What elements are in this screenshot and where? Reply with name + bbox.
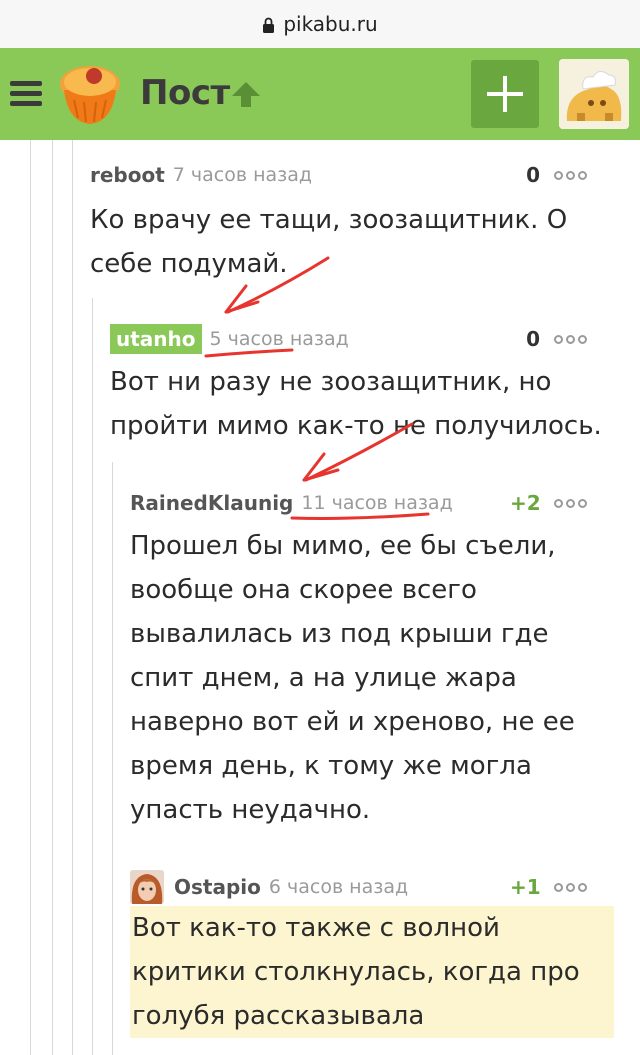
comment-time[interactable]: 7 часов назад (173, 164, 312, 186)
comment: utanho 5 часов назад 0 Вот ни разу не зо… (110, 322, 630, 452)
annotation-arrow (302, 468, 340, 482)
annotation-arrow (302, 452, 326, 482)
more-options-icon[interactable] (554, 486, 590, 520)
comment-rating: 0 (526, 327, 540, 351)
comment-time[interactable]: 5 часов назад (210, 328, 349, 350)
thread-line (72, 140, 73, 1055)
comment: reboot 7 часов назад 0 Ко врачу ее тащи,… (90, 158, 630, 288)
comment-text: Ко врачу ее тащи, зоозащитник. О себе по… (90, 205, 568, 279)
comment-time[interactable]: 11 часов назад (301, 492, 452, 514)
url-text: pikabu.ru (283, 12, 378, 36)
app-header: Пост (0, 48, 640, 140)
menu-icon[interactable] (10, 81, 42, 107)
more-options-icon[interactable] (554, 158, 590, 192)
page-title: Пост (140, 73, 230, 113)
comment-author[interactable]: RainedKlaunig (130, 491, 293, 515)
browser-url-bar[interactable]: pikabu.ru (0, 0, 640, 48)
comment-rating: +2 (510, 491, 541, 515)
thread-line (52, 140, 53, 1055)
comment: Ostapio 6 часов назад +1 Вот как-то такж… (130, 870, 630, 1040)
comment: RainedKlaunig 11 часов назад +2 Прошел б… (130, 486, 630, 836)
lock-icon (263, 17, 275, 33)
comment-time[interactable]: 6 часов назад (269, 876, 408, 898)
arrow-up-icon[interactable] (230, 80, 262, 108)
more-options-icon[interactable] (554, 322, 590, 356)
comment-author[interactable]: utanho (110, 324, 202, 354)
avatar[interactable] (130, 870, 164, 904)
annotation-arrow (224, 300, 260, 314)
annotation-arrow (224, 284, 248, 314)
thread-line (30, 140, 31, 1055)
thread-line (112, 462, 113, 1055)
thread-line (92, 298, 93, 1055)
comment-text: Вот ни разу не зоозащитник, но пройти ми… (110, 367, 602, 441)
pikabu-logo[interactable] (54, 60, 126, 130)
comment-text: Вот как-то также с волной критики столкн… (130, 906, 614, 1038)
comment-author[interactable]: reboot (90, 163, 165, 187)
add-post-button[interactable] (471, 60, 539, 128)
comment-author[interactable]: Ostapio (174, 875, 261, 899)
comment-rating: 0 (526, 163, 540, 187)
more-options-icon[interactable] (554, 870, 590, 904)
comment-text: Прошел бы мимо, ее бы съели, вообще она … (130, 531, 575, 825)
user-avatar[interactable] (559, 59, 629, 129)
comment-rating: +1 (510, 875, 541, 899)
